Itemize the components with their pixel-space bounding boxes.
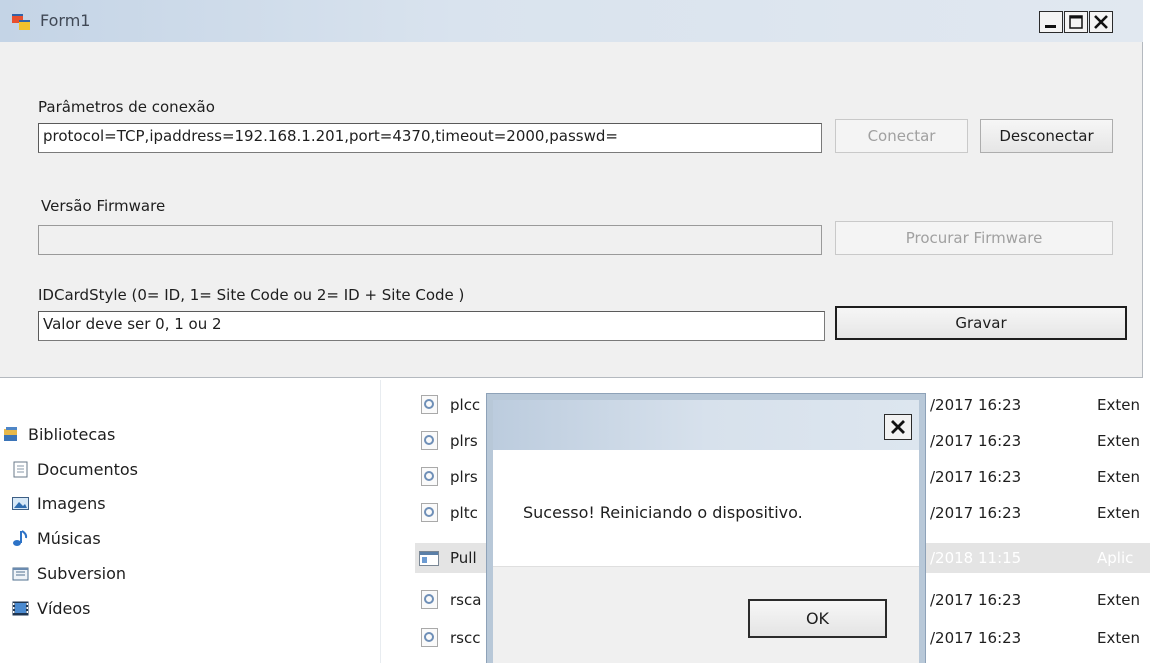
libraries-icon xyxy=(3,426,20,443)
title-bar[interactable]: Form1 xyxy=(0,0,1143,42)
connect-button[interactable]: Conectar xyxy=(835,119,968,153)
nav-item-videos[interactable]: Vídeos xyxy=(12,595,91,621)
nav-item-label: Bibliotecas xyxy=(28,424,116,444)
file-name: Pull xyxy=(450,549,477,567)
maximize-button[interactable] xyxy=(1064,11,1088,33)
nav-item-label: Documentos xyxy=(37,459,139,479)
firmware-version-label: Versão Firmware xyxy=(41,197,166,215)
nav-item-label: Vídeos xyxy=(37,598,91,618)
file-name: pltc xyxy=(450,504,478,522)
navigation-pane: Bibliotecas Documentos Imagens Músicas S… xyxy=(0,380,380,663)
nav-item-documents[interactable]: Documentos xyxy=(12,456,138,482)
file-date: /2017 16:23 xyxy=(930,468,1022,486)
extension-file-icon xyxy=(421,431,438,450)
connection-params-label: Parâmetros de conexão xyxy=(38,98,215,116)
extension-file-icon xyxy=(421,590,438,609)
file-name: rscc xyxy=(450,629,481,647)
images-icon xyxy=(12,495,29,512)
extension-file-icon xyxy=(421,503,438,522)
file-date: /2017 16:23 xyxy=(930,504,1022,522)
message-dialog: Sucesso! Reiniciando o dispositivo. OK xyxy=(487,394,925,663)
file-type: Exten xyxy=(1097,629,1140,647)
search-firmware-button[interactable]: Procurar Firmware xyxy=(835,221,1113,255)
form1-window: Form1 Parâmetros de conexão protocol=TCP… xyxy=(0,0,1143,378)
file-date: /2017 16:23 xyxy=(930,432,1022,450)
ok-button[interactable]: OK xyxy=(748,599,887,638)
file-type: Exten xyxy=(1097,591,1140,609)
extension-file-icon xyxy=(421,467,438,486)
maximize-icon xyxy=(1069,15,1083,29)
close-button[interactable] xyxy=(1089,11,1113,33)
file-name: rsca xyxy=(450,591,482,609)
minimize-button[interactable] xyxy=(1039,11,1063,33)
file-type: Exten xyxy=(1097,432,1140,450)
file-type: Exten xyxy=(1097,396,1140,414)
file-name: plrs xyxy=(450,432,478,450)
dialog-footer: OK xyxy=(493,566,919,663)
extension-file-icon xyxy=(421,395,438,414)
firmware-version-input[interactable] xyxy=(38,225,822,255)
file-name: plrs xyxy=(450,468,478,486)
documents-icon xyxy=(12,461,29,478)
file-type: Aplic xyxy=(1097,549,1134,567)
app-window-icon xyxy=(12,14,30,30)
nav-item-images[interactable]: Imagens xyxy=(12,490,106,516)
nav-item-label: Subversion xyxy=(37,563,127,583)
dialog-close-button[interactable] xyxy=(884,414,912,440)
application-icon xyxy=(419,551,439,566)
nav-item-music[interactable]: Músicas xyxy=(12,525,101,551)
save-button[interactable]: Gravar xyxy=(835,306,1127,340)
file-type: Exten xyxy=(1097,504,1140,522)
window-title: Form1 xyxy=(40,11,91,30)
idcard-style-input[interactable]: Valor deve ser 0, 1 ou 2 xyxy=(38,311,825,341)
dialog-message: Sucesso! Reiniciando o dispositivo. xyxy=(523,503,803,522)
file-date: /2017 16:23 xyxy=(930,396,1022,414)
nav-item-label: Imagens xyxy=(37,493,106,513)
extension-file-icon xyxy=(421,628,438,647)
file-date: /2017 16:23 xyxy=(930,591,1022,609)
disconnect-button[interactable]: Desconectar xyxy=(980,119,1113,153)
nav-item-label: Músicas xyxy=(37,528,101,548)
subversion-icon xyxy=(12,565,29,582)
close-icon xyxy=(1094,15,1108,29)
dialog-title-bar[interactable] xyxy=(493,400,919,450)
videos-icon xyxy=(12,600,29,617)
nav-item-libraries[interactable]: Bibliotecas xyxy=(3,421,115,447)
file-type: Exten xyxy=(1097,468,1140,486)
file-date: /2018 11:15 xyxy=(930,549,1022,567)
file-name: plcc xyxy=(450,396,481,414)
idcard-style-label: IDCardStyle (0= ID, 1= Site Code ou 2= I… xyxy=(38,286,465,304)
file-date: /2017 16:23 xyxy=(930,629,1022,647)
pane-divider xyxy=(380,380,381,663)
music-icon xyxy=(12,529,29,547)
minimize-icon xyxy=(1045,25,1056,28)
connection-params-input[interactable]: protocol=TCP,ipaddress=192.168.1.201,por… xyxy=(38,123,822,153)
nav-item-subversion[interactable]: Subversion xyxy=(12,560,126,586)
close-icon xyxy=(891,420,905,434)
